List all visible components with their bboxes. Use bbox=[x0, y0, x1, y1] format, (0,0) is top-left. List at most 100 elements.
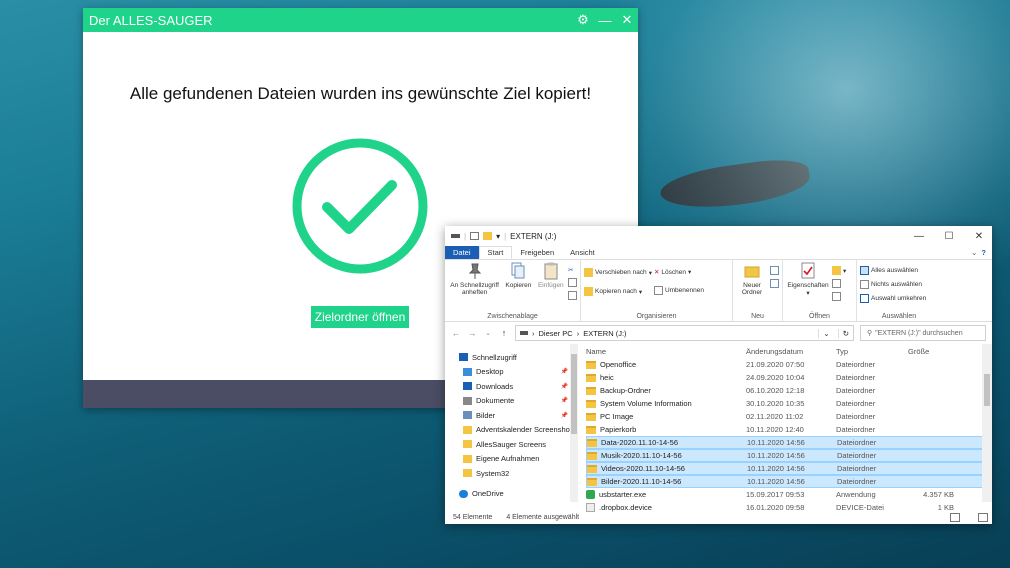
breadcrumb-pc[interactable]: Dieser PC bbox=[539, 329, 573, 338]
table-row[interactable]: PC Image 02.11.2020 11:02 Dateiordner bbox=[586, 410, 992, 423]
table-row[interactable]: Data-2020.11.10-14-56 10.11.2020 14:56 Dat… bbox=[586, 436, 992, 449]
easy-access-icon[interactable] bbox=[770, 279, 779, 288]
delete-button[interactable]: ✕ Löschen ▾ bbox=[654, 268, 704, 277]
copy-to-button[interactable]: Kopieren nach ▾ bbox=[584, 287, 652, 296]
nav-item-label: Downloads bbox=[476, 381, 514, 391]
properties-button[interactable]: Eigenschaften ▾ bbox=[786, 262, 830, 309]
details-view-icon[interactable] bbox=[950, 512, 960, 522]
refresh-icon[interactable]: ↻ bbox=[837, 328, 853, 338]
nav-item[interactable]: Desktop 📌 bbox=[445, 365, 578, 380]
back-arrow-icon[interactable]: ← bbox=[451, 328, 461, 338]
help-icon[interactable]: ? bbox=[981, 246, 992, 259]
nav-item[interactable]: Eigene Aufnahmen bbox=[445, 452, 578, 467]
nav-item-label: Bilder bbox=[476, 410, 496, 420]
table-row[interactable]: System Volume Information 30.10.2020 10:3… bbox=[586, 397, 992, 410]
folder-icon bbox=[463, 425, 472, 434]
recent-dropdown-icon[interactable]: ⌄ bbox=[483, 329, 493, 337]
picture-icon bbox=[463, 411, 472, 420]
file-date: 10.11.2020 14:56 bbox=[747, 464, 805, 473]
table-row[interactable]: Videos-2020.11.10-14-56 10.11.2020 14:56 D… bbox=[586, 462, 992, 475]
file-type: Dateiordner bbox=[836, 412, 876, 421]
new-folder-button[interactable]: Neuer Ordner bbox=[736, 262, 768, 309]
chevron-down-icon[interactable]: ⌄ bbox=[971, 246, 981, 259]
file-name: usbstarter.exe bbox=[599, 490, 647, 499]
column-name[interactable]: Name bbox=[586, 347, 746, 356]
folder-icon bbox=[463, 454, 472, 463]
file-type: Dateiordner bbox=[836, 386, 876, 395]
copy-button[interactable]: Kopieren bbox=[503, 262, 533, 309]
pin-icon: 📌 bbox=[560, 369, 568, 376]
select-all-button[interactable]: Alles auswählen bbox=[860, 266, 926, 275]
maximize-button[interactable]: ☐ bbox=[936, 231, 962, 242]
table-row[interactable]: Bilder-2020.11.10-14-56 10.11.2020 14:56 D… bbox=[586, 475, 992, 488]
paste-button[interactable]: Einfügen bbox=[536, 262, 566, 309]
column-size[interactable]: Größe bbox=[908, 347, 954, 356]
address-bar[interactable]: › Dieser PC › EXTERN (J:) ⌄ ↻ bbox=[515, 325, 854, 341]
nav-item[interactable]: OneDrive bbox=[445, 487, 578, 502]
file-date: 10.11.2020 14:56 bbox=[747, 451, 805, 460]
new-item-icon[interactable] bbox=[770, 266, 779, 275]
large-icons-view-icon[interactable] bbox=[978, 512, 988, 522]
cut-icon[interactable]: ✂ bbox=[568, 266, 577, 274]
folder-icon bbox=[586, 360, 596, 369]
search-input[interactable]: ⚲ "EXTERN (J:)" durchsuchen bbox=[860, 325, 986, 341]
table-row[interactable]: Musik-2020.11.10-14-56 10.11.2020 14:56 Da… bbox=[586, 449, 992, 462]
edit-icon[interactable] bbox=[832, 279, 846, 288]
file-name: Musik-2020.11.10-14-56 bbox=[601, 451, 682, 460]
copy-path-icon[interactable] bbox=[568, 278, 578, 287]
rename-button[interactable]: Umbenennen bbox=[653, 286, 704, 295]
file-date: 30.10.2020 10:35 bbox=[746, 399, 805, 408]
nav-item[interactable]: Dokumente 📌 bbox=[445, 394, 578, 409]
table-row[interactable]: Backup-Ordner 06.10.2020 12:18 Dateiordner bbox=[586, 384, 992, 397]
file-list-scrollbar[interactable] bbox=[982, 344, 992, 502]
minimize-button[interactable]: — bbox=[906, 231, 932, 242]
gear-icon[interactable]: ⚙ bbox=[572, 8, 594, 32]
selection-count: 4 Elemente ausgewählt bbox=[506, 513, 580, 521]
pin-quick-access-button[interactable]: An Schnellzugriff anheften bbox=[448, 262, 501, 309]
nav-item-label: Eigene Aufnahmen bbox=[476, 454, 540, 464]
nav-item[interactable]: Schnellzugriff bbox=[445, 350, 578, 365]
quick-access-dropdown-icon[interactable]: ▾ bbox=[496, 232, 500, 241]
history-icon[interactable] bbox=[832, 292, 846, 301]
minimize-button[interactable]: — bbox=[594, 8, 616, 32]
open-target-folder-button[interactable]: Zielordner öffnen bbox=[311, 306, 409, 328]
new-folder-quick-icon[interactable] bbox=[483, 232, 493, 240]
ribbon-tabs: Datei Start Freigeben Ansicht ⌄ ? bbox=[445, 246, 992, 260]
column-date[interactable]: Änderungsdatum bbox=[746, 347, 836, 356]
properties-quick-icon[interactable] bbox=[470, 232, 480, 240]
move-to-button[interactable]: Verschieben nach ▾ bbox=[584, 268, 652, 277]
nav-scrollbar[interactable] bbox=[570, 344, 578, 502]
tab-freigeben[interactable]: Freigeben bbox=[512, 246, 562, 259]
paste-shortcut-icon[interactable] bbox=[568, 291, 578, 300]
invert-selection-icon bbox=[860, 294, 869, 303]
table-row[interactable]: usbstarter.exe 15.09.2017 09:53 Anwendung 4… bbox=[586, 488, 992, 501]
select-none-button[interactable]: Nichts auswählen bbox=[860, 280, 926, 289]
breadcrumb-drive[interactable]: EXTERN (J:) bbox=[583, 329, 626, 338]
tab-ansicht[interactable]: Ansicht bbox=[562, 246, 603, 259]
table-row[interactable]: Papierkorb 10.11.2020 12:40 Dateiordner bbox=[586, 423, 992, 436]
nav-item-label: OneDrive bbox=[472, 489, 504, 499]
nav-item[interactable]: Downloads 📌 bbox=[445, 379, 578, 394]
folder-icon bbox=[586, 412, 596, 421]
file-date: 10.11.2020 14:56 bbox=[747, 438, 805, 447]
close-button[interactable]: ✕ bbox=[616, 8, 638, 32]
nav-item[interactable]: Adventskalender Screensho bbox=[445, 423, 578, 438]
select-none-icon bbox=[860, 280, 869, 289]
forward-arrow-icon[interactable]: → bbox=[467, 328, 477, 338]
up-arrow-icon[interactable]: ↑ bbox=[499, 328, 509, 338]
tab-datei[interactable]: Datei bbox=[445, 246, 479, 259]
file-name: Data-2020.11.10-14-56 bbox=[601, 438, 678, 447]
folder-icon bbox=[586, 373, 596, 382]
ribbon-group-clipboard: An Schnellzugriff anheften Kopieren Einf… bbox=[445, 260, 581, 321]
nav-item[interactable]: System32 bbox=[445, 466, 578, 481]
table-row[interactable]: heic 24.09.2020 10:04 Dateiordner bbox=[586, 371, 992, 384]
invert-selection-button[interactable]: Auswahl umkehren bbox=[860, 294, 926, 303]
tab-start[interactable]: Start bbox=[478, 246, 513, 259]
close-button[interactable]: ✕ bbox=[966, 231, 992, 242]
table-row[interactable]: Openoffice 21.09.2020 07:50 Dateiordner bbox=[586, 358, 992, 371]
address-dropdown-icon[interactable]: ⌄ bbox=[818, 328, 833, 338]
open-icon[interactable]: ▾ bbox=[832, 266, 846, 275]
nav-item[interactable]: AllesSauger Screens bbox=[445, 437, 578, 452]
column-type[interactable]: Typ bbox=[836, 347, 908, 356]
nav-item[interactable]: Bilder 📌 bbox=[445, 408, 578, 423]
